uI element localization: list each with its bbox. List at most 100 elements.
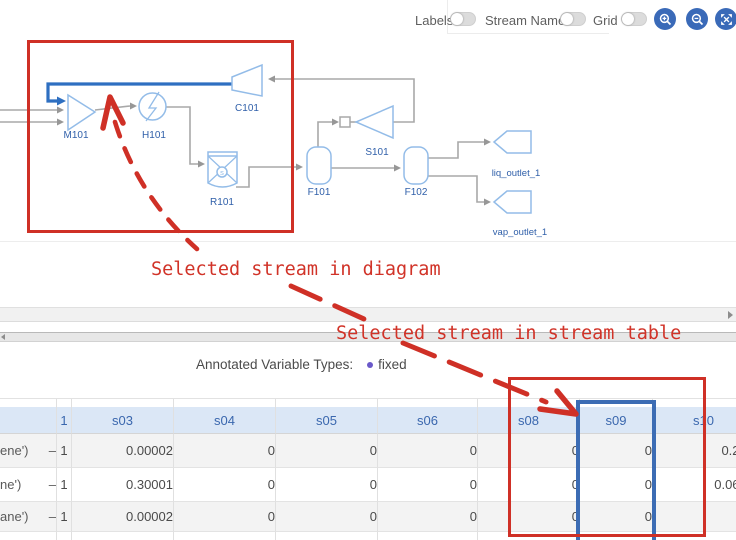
unit-reactor-r101[interactable]: s [207,151,238,188]
stream-table-header-row: 1 s03 s04 s05 s06 s08 s09 s10 [0,407,736,434]
scroll-right-icon[interactable] [728,311,733,319]
stream-cell[interactable]: 1 [57,434,72,468]
row-label-header [0,407,40,434]
table-row: ene') – 1 0.00002 0 0 0 0 0 0.204 [0,434,736,468]
unit-label: M101 [63,130,88,141]
unit-splitter-s101[interactable] [354,104,394,140]
stream-f101-s101[interactable] [317,121,332,147]
stream-names-toggle[interactable] [560,12,586,26]
stream-column-header[interactable]: s08 [478,407,580,434]
table-scroll-gap [0,399,736,407]
row-label: ne') [0,468,40,502]
stream-cell[interactable]: 0 [276,502,378,532]
table-row [0,532,736,540]
stream-m101-h101[interactable] [94,105,131,111]
stream-cell[interactable]: 0 [378,434,478,468]
stream-cell[interactable]: 0 [478,434,580,468]
scroll-left-icon[interactable] [1,334,5,340]
stream-cell[interactable]: 0 [478,468,580,502]
diagram-toolbar: Labels Stream Names Grid [406,6,736,34]
stream-cell[interactable]: 0.00002 [72,434,174,468]
unit-label: F102 [405,187,428,198]
stream-column-header[interactable]: s04 [174,407,276,434]
stream-cell[interactable]: 0.204 [653,434,736,468]
stream-cell[interactable]: 1 [57,502,72,532]
unit-outlet-liq[interactable] [492,130,532,154]
stream-cell[interactable]: 0 [174,502,276,532]
stream-cell[interactable]: 0.30001 [72,468,174,502]
stream-cell[interactable]: 0 [378,468,478,502]
stream-column-header[interactable]: s05 [276,407,378,434]
table-note-text: Selected stream in stream table [336,323,682,344]
zoom-in-button[interactable] [654,8,676,30]
stream-names-toggle-label: Stream Names [485,13,572,28]
unit-label: S101 [365,147,389,158]
stream-cell[interactable]: 0 [276,434,378,468]
unit-flash-f101[interactable] [306,146,332,185]
unit-label: R101 [210,197,234,208]
zoom-fit-icon [720,13,732,25]
stream-cell[interactable]: 0 [580,434,653,468]
stream-table: 1 s03 s04 s05 s06 s08 s09 s10 ene') – 1 … [0,398,736,540]
fixed-type-label: fixed [378,357,407,372]
stream-cell[interactable]: 0 [580,468,653,502]
zoom-out-icon [691,13,703,25]
grid-toggle[interactable] [621,12,647,26]
stream-cell[interactable]: 0.00002 [72,502,174,532]
unit-flash-f102[interactable] [403,146,429,185]
zoom-fit-button[interactable] [715,8,736,30]
stream-column-header[interactable]: s10 [653,407,736,434]
stream-column-header[interactable]: s03 [72,407,174,434]
diagram-panel-edge [0,241,736,242]
unit-compressor-c101[interactable] [231,63,263,97]
splitter-port [339,116,351,128]
toggle-knob [622,13,634,25]
unit-labels: M101 H101 C101 R101 F101 S101 F102 liq_o… [63,103,547,238]
grid-toggle-label: Grid [593,13,618,28]
table-row: ne') – 1 0.30001 0 0 0 0 0 0.0625 [0,468,736,502]
stream-cell[interactable] [653,502,736,532]
unit-label: liq_outlet_1 [492,168,541,179]
unit-label: F101 [308,187,331,198]
unit-mixer-m101[interactable] [67,93,97,132]
unit-label: vap_outlet_1 [493,227,547,238]
diagram-note-text: Selected stream in diagram [151,259,441,280]
annotated-variable-types: Annotated Variable Types: fixed [196,357,407,372]
toggle-knob [561,13,573,25]
stream-cell[interactable]: 0 [174,468,276,502]
labels-toggle[interactable] [450,12,476,26]
reactor-glyph: s [220,168,224,177]
table-row: ane') – 1 0.00002 0 0 0 0 0 [0,502,736,532]
stream-column-header[interactable]: s06 [378,407,478,434]
stream-r101-f101[interactable] [236,166,296,188]
stream-cell[interactable]: 0 [580,502,653,532]
annotated-types-label: Annotated Variable Types: [196,357,354,372]
stream-cell[interactable]: 0 [174,434,276,468]
stream-column-header[interactable]: 1 [57,407,72,434]
zoom-in-icon [659,13,671,25]
toggle-knob [451,13,463,25]
unit-label: C101 [235,103,259,114]
unit-heater-h101[interactable] [138,91,167,122]
stream-cell[interactable]: 1 [57,468,72,502]
stream-cell[interactable]: 0 [276,468,378,502]
stream-f102-vap[interactable] [428,175,484,203]
stream-cell[interactable]: 0 [478,502,580,532]
stream-arrowheads [57,75,491,206]
unit-outlet-vap[interactable] [492,190,532,214]
horizontal-scrollbar[interactable] [0,307,736,322]
row-units: – [40,502,57,532]
stream-cell[interactable]: 0.0625 [653,468,736,502]
stream-column-header[interactable]: s09 [580,407,653,434]
arrow-dashes-table [400,340,549,405]
row-units: – [40,468,57,502]
unit-label: H101 [142,130,166,141]
flowsheet-visualizer: s M101 H101 C101 R101 F101 S101 F102 liq… [0,0,736,540]
stream-f102-liq[interactable] [428,141,484,159]
row-label: ene') [0,434,40,468]
units-header [40,407,57,434]
stream-h101-r101[interactable] [166,106,198,165]
zoom-out-button[interactable] [686,8,708,30]
stream-cell[interactable]: 0 [378,502,478,532]
row-label: ane') [0,502,40,532]
